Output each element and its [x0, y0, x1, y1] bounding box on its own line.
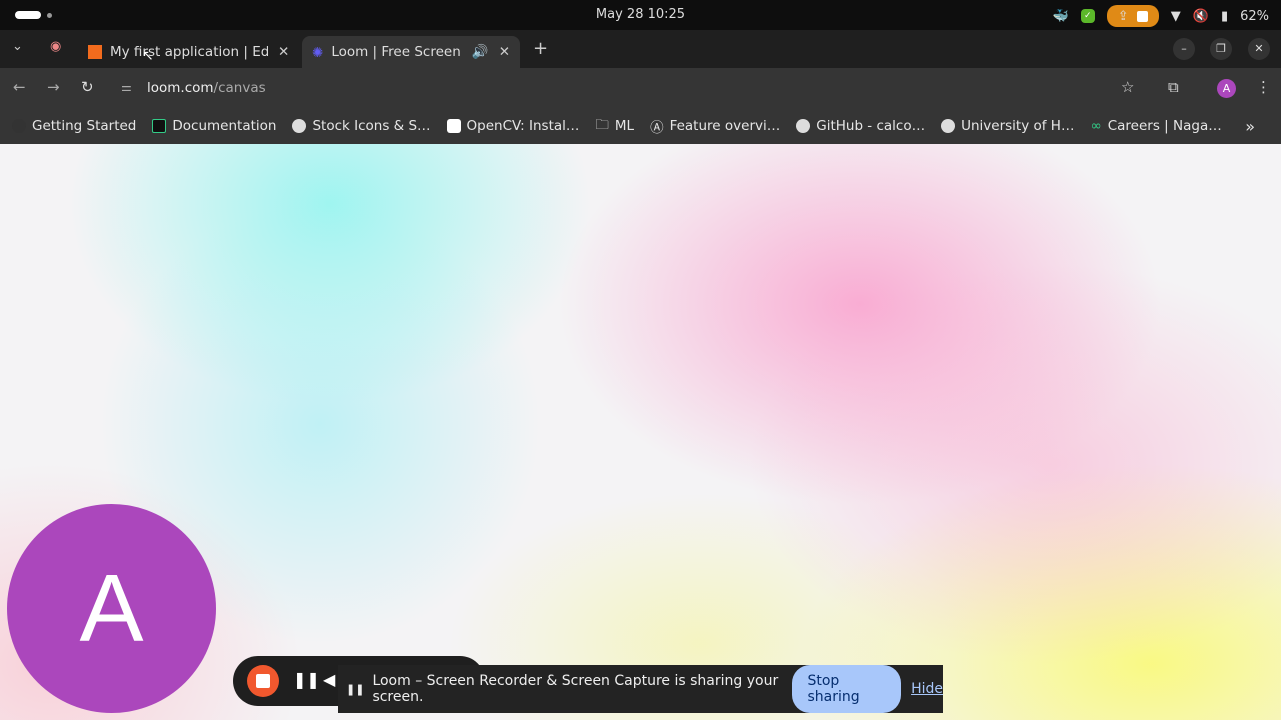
shield-check-icon[interactable]: ✓	[1080, 9, 1095, 23]
system-tray: 🐳 ✓ ⇪ ▼ 🔇 ▮ 62%	[1053, 5, 1269, 27]
bookmark-icon	[12, 119, 26, 133]
address-bar[interactable]: loom.com/canvas	[147, 80, 266, 96]
opencv-icon	[446, 119, 461, 133]
tab-search-chevron-icon[interactable]: ⌄	[12, 39, 23, 54]
rewind-button[interactable]: ◀	[323, 670, 335, 689]
bookmarks-bar: Getting Started Documentation Stock Icon…	[0, 108, 1281, 144]
close-window-button[interactable]: ✕	[1248, 38, 1270, 60]
tab-title: Loom | Free Screen & Video Recording	[331, 44, 464, 60]
bookmark-label: OpenCV: Instal…	[466, 118, 580, 134]
tab-bar: ⌄ ◉ My first application | Editor ✕ ✺ Lo…	[0, 30, 1281, 68]
audio-playing-icon[interactable]: 🔊	[472, 44, 489, 60]
bookmark-careers[interactable]: ∞ Careers | Naga…	[1090, 118, 1221, 134]
github-icon	[796, 119, 811, 133]
bookmark-feature-overview[interactable]: Ⓐ Feature overvi…	[650, 116, 780, 136]
stop-icon	[256, 674, 270, 688]
globe-icon	[292, 119, 307, 133]
github-icon	[941, 119, 956, 133]
bookmark-label: ML	[614, 118, 635, 134]
muted-speaker-icon[interactable]: 🔇	[1193, 9, 1209, 24]
bookmark-university[interactable]: University of H…	[941, 118, 1074, 134]
profile-avatar[interactable]: A	[1217, 79, 1236, 98]
sharing-message: Loom – Screen Recorder & Screen Capture …	[372, 673, 779, 705]
tab-favicon	[88, 45, 102, 59]
browser-toolbar: ← → ↻ ⚌ loom.com/canvas ☆ ⧉ A ⋮	[0, 68, 1281, 108]
back-button[interactable]: ←	[13, 78, 26, 96]
stop-recording-button[interactable]	[247, 665, 279, 697]
menu-kebab-icon[interactable]: ⋮	[1256, 78, 1271, 96]
recording-icon[interactable]: ◉	[50, 39, 61, 54]
tab-my-first-application[interactable]: My first application | Editor ✕	[78, 36, 299, 68]
bookmark-icon	[152, 119, 167, 133]
screen-share-icon: ⇪	[1117, 8, 1129, 24]
screen-share-indicator[interactable]: ⇪	[1106, 5, 1159, 27]
extensions-icon[interactable]: ⧉	[1168, 78, 1179, 96]
bookmark-label: Feature overvi…	[669, 118, 781, 134]
tab-loom[interactable]: ✺ Loom | Free Screen & Video Recording 🔊…	[302, 36, 520, 68]
bookmark-label: GitHub - calco…	[816, 118, 926, 134]
careers-icon: ∞	[1090, 118, 1102, 134]
pause-button[interactable]: ❚❚	[293, 670, 320, 689]
url-path: /canvas	[213, 80, 266, 96]
loom-favicon: ✺	[312, 45, 324, 61]
bookmark-label: Getting Started	[32, 118, 137, 134]
wifi-icon[interactable]: ▼	[1171, 9, 1181, 24]
bookmark-stock-icons[interactable]: Stock Icons & S…	[292, 118, 431, 134]
minimize-button[interactable]: –	[1173, 38, 1195, 60]
bookmark-label: University of H…	[961, 118, 1075, 134]
system-top-bar: May 28 10:25 🐳 ✓ ⇪ ▼ 🔇 ▮ 62%	[0, 0, 1281, 30]
site-info-icon[interactable]: ⚌	[121, 80, 132, 94]
mouse-cursor: ↖	[142, 48, 154, 64]
url-domain: loom.com	[147, 80, 214, 96]
more-bookmarks-icon[interactable]: »	[1245, 117, 1255, 136]
bookmark-documentation[interactable]: Documentation	[152, 118, 276, 134]
bookmark-folder-ml[interactable]: 🗀 ML	[595, 115, 634, 138]
bookmark-getting-started[interactable]: Getting Started	[12, 118, 136, 134]
circle-a-icon: Ⓐ	[650, 120, 664, 136]
folder-icon: 🗀	[595, 116, 609, 133]
reload-button[interactable]: ↻	[81, 78, 94, 96]
maximize-button[interactable]: ❐	[1210, 38, 1232, 60]
bookmark-github-calco[interactable]: GitHub - calco…	[796, 118, 925, 134]
screen-sharing-notice: ❚❚ Loom – Screen Recorder & Screen Captu…	[338, 665, 943, 713]
close-tab-icon[interactable]: ✕	[278, 44, 289, 60]
forward-button[interactable]: →	[47, 78, 60, 96]
close-tab-icon[interactable]: ✕	[499, 44, 510, 60]
bookmark-label: Documentation	[172, 118, 277, 134]
camera-bubble-avatar[interactable]: A	[7, 504, 216, 713]
stop-share-icon[interactable]	[1136, 10, 1148, 22]
bookmark-star-icon[interactable]: ☆	[1121, 78, 1134, 96]
hide-link[interactable]: Hide	[911, 681, 943, 697]
new-tab-button[interactable]: +	[533, 38, 548, 59]
docker-icon[interactable]: 🐳	[1053, 9, 1069, 24]
bookmark-label: Careers | Naga…	[1107, 118, 1222, 134]
tab-title: My first application | Editor	[110, 44, 268, 60]
pause-icon: ❚❚	[346, 682, 365, 696]
stop-sharing-button[interactable]: Stop sharing	[792, 665, 902, 713]
bookmark-label: Stock Icons & S…	[312, 118, 431, 134]
battery-icon[interactable]: ▮	[1221, 9, 1228, 24]
bookmark-opencv[interactable]: OpenCV: Instal…	[446, 118, 580, 134]
battery-percent: 62%	[1240, 8, 1269, 24]
